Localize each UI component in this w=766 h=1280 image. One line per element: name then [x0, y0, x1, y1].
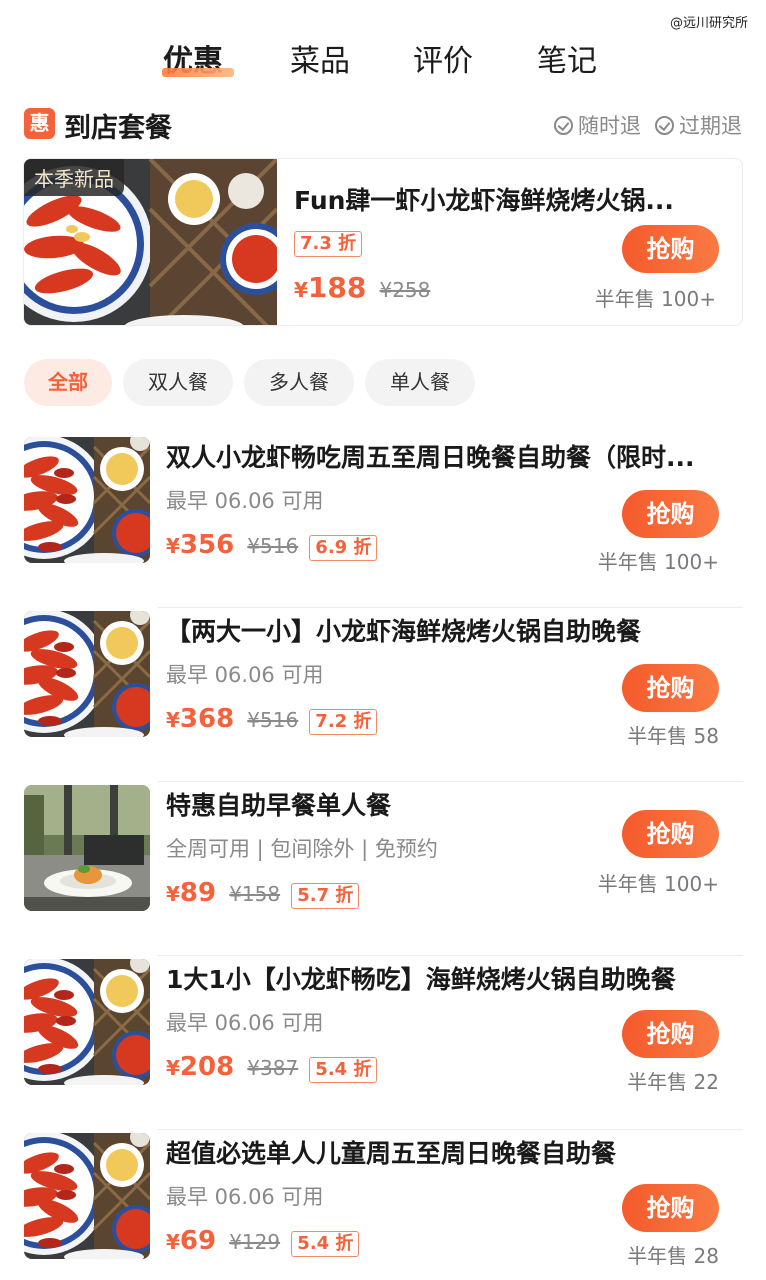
deal-original-price: ¥516: [247, 708, 299, 732]
featured-deal-card[interactable]: 本季新品 Fun肆一虾小龙虾海鲜烧烤火锅... 7.3 折 ¥188 ¥258 …: [23, 158, 743, 326]
deal-price: ¥368: [166, 704, 235, 734]
filter-multi-person[interactable]: 多人餐: [244, 359, 354, 406]
deal-availability: 最早 06.06 可用: [166, 663, 324, 687]
section-title: 到店套餐: [64, 113, 172, 144]
buy-button[interactable]: 抢购: [622, 1184, 719, 1232]
discount-badge-icon: 惠: [24, 108, 55, 139]
sold-count: 半年售 28: [627, 1244, 719, 1268]
deal-thumbnail: [24, 437, 150, 563]
buy-button[interactable]: 抢购: [622, 1010, 719, 1058]
deal-original-price: ¥387: [247, 1056, 299, 1080]
section-header: 惠 到店套餐 随时退 过期退: [24, 106, 742, 144]
deal-price-row: ¥208 ¥387 5.4 折: [166, 1052, 378, 1083]
deal-title: 双人小龙虾畅吃周五至周日晚餐自助餐（限时...: [166, 443, 695, 472]
featured-sold-count: 半年售 100+: [594, 287, 716, 311]
sold-count: 半年售 22: [627, 1070, 719, 1094]
deal-original-price: ¥129: [229, 1230, 281, 1254]
featured-price: ¥188: [294, 271, 367, 304]
deal-item[interactable]: 特惠自助早餐单人餐 全周可用 | 包间除外 | 免预约 ¥89 ¥158 5.7…: [24, 782, 743, 956]
deal-original-price: ¥516: [247, 534, 299, 558]
featured-deal-title: Fun肆一虾小龙虾海鲜烧烤火锅...: [294, 186, 674, 215]
refund-anytime-label: 随时退: [578, 114, 641, 138]
filter-two-person[interactable]: 双人餐: [123, 359, 233, 406]
new-season-tag: 本季新品: [24, 159, 124, 196]
buy-button[interactable]: 抢购: [622, 664, 719, 712]
deal-price: ¥208: [166, 1052, 235, 1082]
tab-pingjia[interactable]: 评价: [413, 36, 473, 80]
buy-button[interactable]: 抢购: [622, 490, 719, 538]
discount-tag: 5.4 折: [291, 1231, 360, 1257]
deal-availability: 全周可用 | 包间除外 | 免预约: [166, 837, 438, 861]
featured-price-row: ¥188 ¥258: [294, 271, 430, 304]
deal-price-row: ¥368 ¥516 7.2 折: [166, 704, 378, 735]
tab-caipin[interactable]: 菜品: [290, 36, 350, 80]
deal-item[interactable]: 【两大一小】小龙虾海鲜烧烤火锅自助晚餐 最早 06.06 可用 ¥368 ¥51…: [24, 608, 743, 782]
sold-count: 半年售 58: [627, 724, 719, 748]
discount-tag: 5.4 折: [309, 1057, 378, 1083]
deal-availability: 最早 06.06 可用: [166, 1011, 324, 1035]
check-circle-icon: [554, 116, 573, 135]
deal-availability: 最早 06.06 可用: [166, 489, 324, 513]
deal-title: 特惠自助早餐单人餐: [166, 791, 392, 820]
deal-price-row: ¥89 ¥158 5.7 折: [166, 878, 360, 909]
deal-price-row: ¥356 ¥516 6.9 折: [166, 530, 378, 561]
deal-price: ¥69: [166, 1226, 217, 1256]
featured-buy-button[interactable]: 抢购: [622, 225, 719, 273]
deal-item[interactable]: 双人小龙虾畅吃周五至周日晚餐自助餐（限时... 最早 06.06 可用 ¥356…: [24, 434, 743, 608]
deal-original-price: ¥158: [229, 882, 281, 906]
deal-title: 1大1小【小龙虾畅吃】海鲜烧烤火锅自助晚餐: [166, 965, 676, 994]
check-circle-icon: [655, 116, 674, 135]
buy-button[interactable]: 抢购: [622, 810, 719, 858]
refund-anytime: 随时退: [554, 110, 641, 140]
featured-original-price: ¥258: [379, 278, 431, 302]
deal-thumbnail: [24, 959, 150, 1085]
watermark-text: @远川研究所: [669, 16, 748, 31]
deal-item[interactable]: 1大1小【小龙虾畅吃】海鲜烧烤火锅自助晚餐 最早 06.06 可用 ¥208 ¥…: [24, 956, 743, 1130]
deal-title: 【两大一小】小龙虾海鲜烧烤火锅自助晚餐: [166, 617, 642, 646]
discount-tag: 7.3 折: [294, 231, 363, 257]
refund-expired: 过期退: [655, 110, 742, 140]
featured-discount-tag: 7.3 折: [294, 231, 363, 257]
deal-thumbnail: [24, 611, 150, 737]
filter-single-person[interactable]: 单人餐: [365, 359, 475, 406]
discount-tag: 5.7 折: [291, 883, 360, 909]
deal-title: 超值必选单人儿童周五至周日晚餐自助餐: [166, 1139, 617, 1168]
deal-availability: 最早 06.06 可用: [166, 1185, 324, 1209]
discount-tag: 6.9 折: [309, 535, 378, 561]
refund-expired-label: 过期退: [679, 114, 742, 138]
deal-price: ¥89: [166, 878, 217, 908]
deal-price: ¥356: [166, 530, 235, 560]
top-tabs: 优惠 菜品 评价 笔记: [0, 36, 766, 86]
active-tab-indicator: [162, 68, 234, 77]
tab-biji[interactable]: 笔记: [537, 36, 597, 80]
deal-thumbnail: [24, 785, 150, 911]
discount-tag: 7.2 折: [309, 709, 378, 735]
sold-count: 半年售 100+: [597, 872, 719, 896]
sold-count: 半年售 100+: [597, 550, 719, 574]
deal-item[interactable]: 超值必选单人儿童周五至周日晚餐自助餐 最早 06.06 可用 ¥69 ¥129 …: [24, 1130, 743, 1280]
filter-all[interactable]: 全部: [24, 359, 112, 406]
deal-thumbnail: [24, 1133, 150, 1259]
deal-price-row: ¥69 ¥129 5.4 折: [166, 1226, 360, 1257]
